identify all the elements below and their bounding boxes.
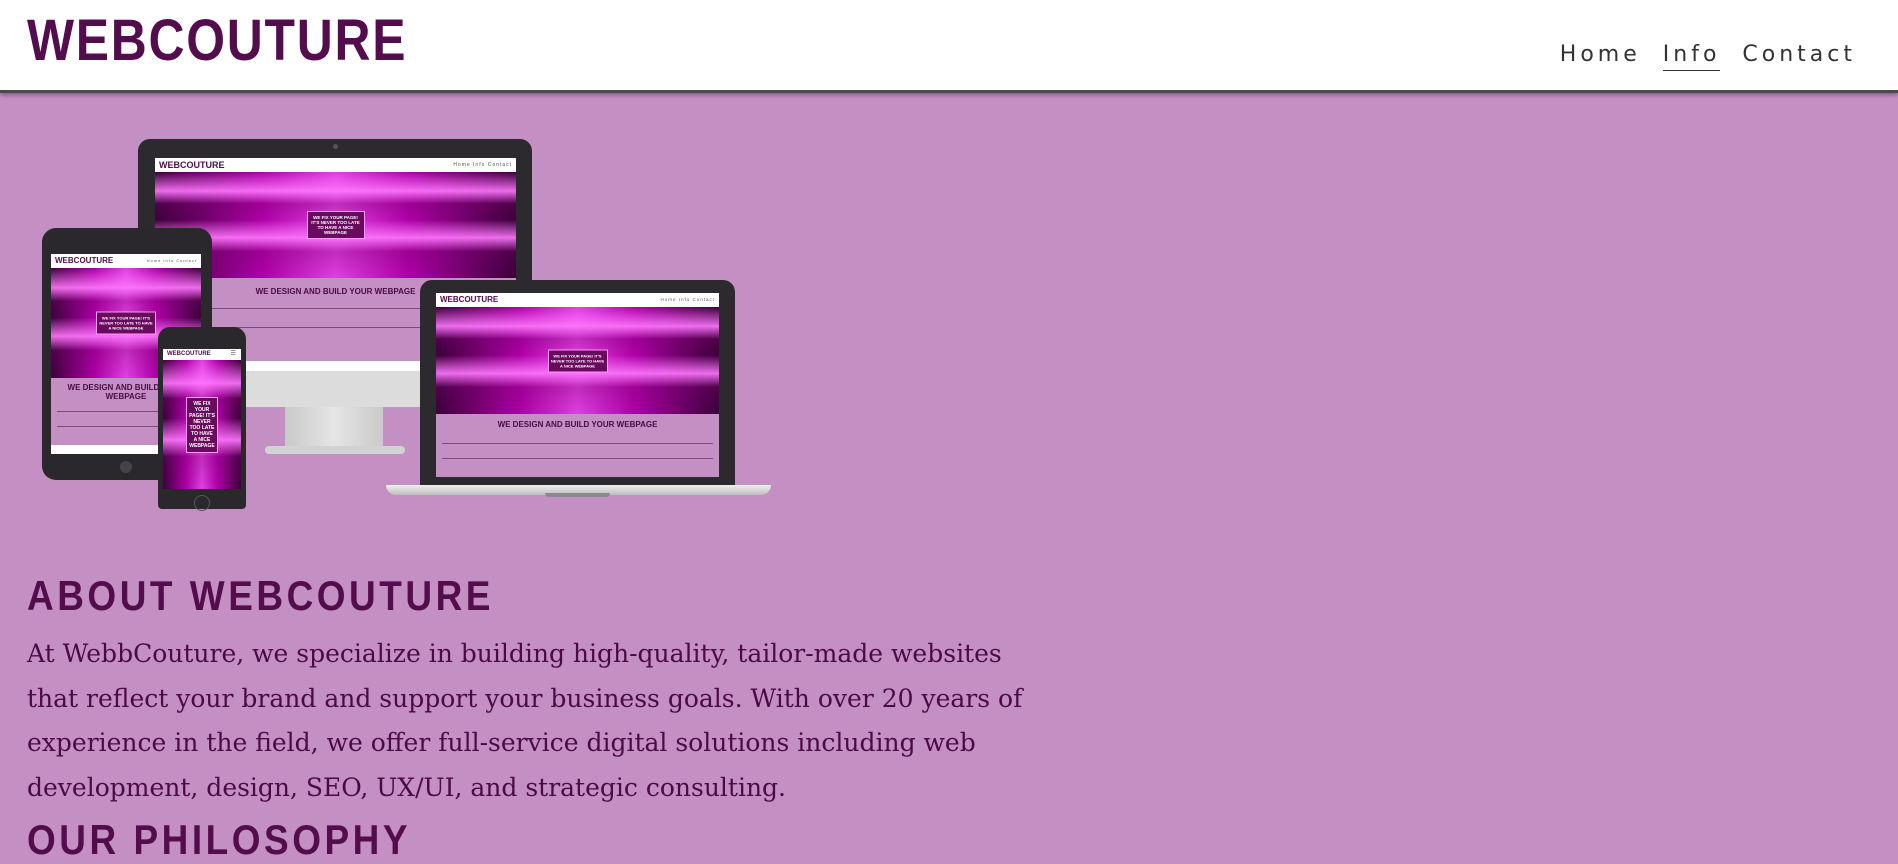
nav-link-home[interactable]: Home xyxy=(1560,40,1641,71)
mockup-hero-box: WE FIX YOUR PAGE! IT'S NEVER TOO LATE TO… xyxy=(96,311,156,335)
mockup-nav: Home Info Contact xyxy=(146,258,197,263)
laptop-screen: WEBCOUTURE Home Info Contact WE FIX YOUR… xyxy=(436,293,719,477)
mockup-logo: WEBCOUTURE xyxy=(55,256,114,265)
nav-link-contact[interactable]: Contact xyxy=(1742,40,1856,71)
phone-home-button xyxy=(194,495,210,511)
tablet-home-button xyxy=(120,461,132,473)
mockup-divider xyxy=(442,458,713,459)
mockup-hero-box: WE FIX YOUR PAGE! IT'S NEVER TOO LATE TO… xyxy=(306,211,365,239)
site-logo[interactable]: WEBCOUTURE xyxy=(27,6,407,76)
monitor-foot xyxy=(265,446,405,454)
phone-screen: WEBCOUTURE ☰ WE FIX YOUR PAGE! IT'S NEVE… xyxy=(163,349,241,489)
hamburger-icon: ☰ xyxy=(230,351,237,357)
nav-link-info[interactable]: Info xyxy=(1662,40,1721,71)
mockup-hero-box: WE FIX YOUR PAGE! IT'S NEVER TOO LATE TO… xyxy=(186,396,218,453)
mockup-hero: WE FIX YOUR PAGE! IT'S NEVER TOO LATE TO… xyxy=(436,307,719,414)
monitor-camera xyxy=(333,144,338,149)
philosophy-title: OUR PHILOSOPHY xyxy=(27,816,412,863)
about-title: ABOUT WEBCOUTURE xyxy=(27,572,494,619)
mockup-nav: Home Info Contact xyxy=(453,162,512,168)
mockup-heading: WE DESIGN AND BUILD YOUR WEBPAGE xyxy=(497,420,658,429)
monitor-stand xyxy=(285,407,383,449)
mockup-hero: WE FIX YOUR PAGE! IT'S NEVER TOO LATE TO… xyxy=(163,360,241,489)
mockup-logo: WEBCOUTURE xyxy=(159,160,225,170)
site-header: WEBCOUTURE Home Info Contact xyxy=(0,0,1898,93)
mockup-header: WEBCOUTURE Home Info Contact xyxy=(436,293,719,307)
phone-mockup: WEBCOUTURE ☰ WE FIX YOUR PAGE! IT'S NEVE… xyxy=(158,327,246,511)
mockup-header: WEBCOUTURE ☰ xyxy=(163,349,241,360)
mockup-header: WEBCOUTURE Home Info Contact xyxy=(51,254,201,268)
responsive-devices-image: WEBCOUTURE Home Info Contact WE FIX YOUR… xyxy=(0,93,800,513)
main-nav: Home Info Contact xyxy=(1560,40,1856,71)
mockup-logo: WEBCOUTURE xyxy=(167,351,211,357)
mockup-body: WE DESIGN AND BUILD YOUR WEBPAGE xyxy=(436,414,719,477)
mockup-hero-box: WE FIX YOUR PAGE! IT'S NEVER TOO LATE TO… xyxy=(547,349,608,372)
laptop-mockup: WEBCOUTURE Home Info Contact WE FIX YOUR… xyxy=(420,280,735,487)
mockup-divider xyxy=(442,443,713,444)
about-text: At WebbCouture, we specialize in buildin… xyxy=(27,639,1023,802)
mockup-logo: WEBCOUTURE xyxy=(440,295,499,304)
mockup-header: WEBCOUTURE Home Info Contact xyxy=(155,158,516,172)
laptop-notch xyxy=(545,493,610,497)
mockup-nav: Home Info Contact xyxy=(660,297,715,302)
